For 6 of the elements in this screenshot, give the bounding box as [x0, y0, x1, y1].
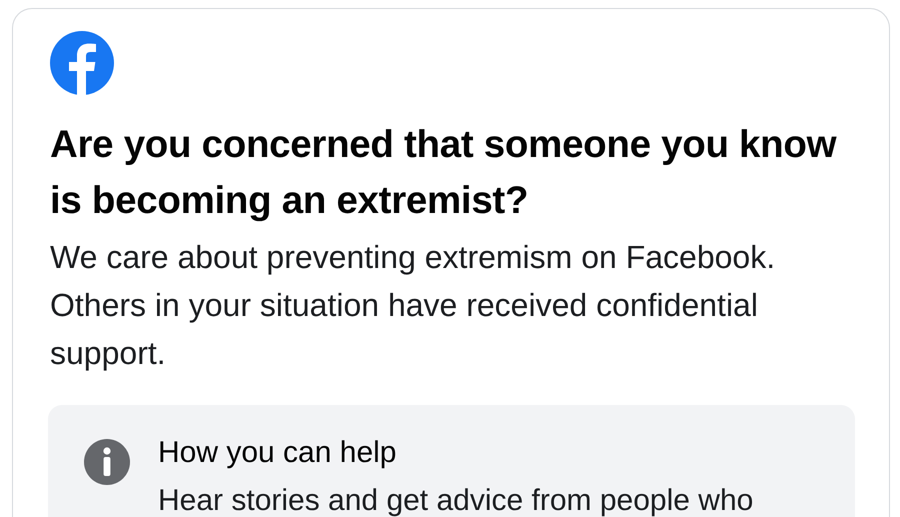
info-text: Hear stories and get advice from people who — [158, 483, 754, 517]
dialog-message: We care about preventing extremism on Facebook. Others in your situation have received confidential support. — [50, 238, 776, 373]
dialog-title: Are you concerned that someone you know is becoming an extremist? — [50, 122, 838, 224]
facebook-logo-icon — [50, 31, 114, 95]
info-title: How you can help — [158, 435, 398, 471]
info-icon — [84, 439, 130, 485]
